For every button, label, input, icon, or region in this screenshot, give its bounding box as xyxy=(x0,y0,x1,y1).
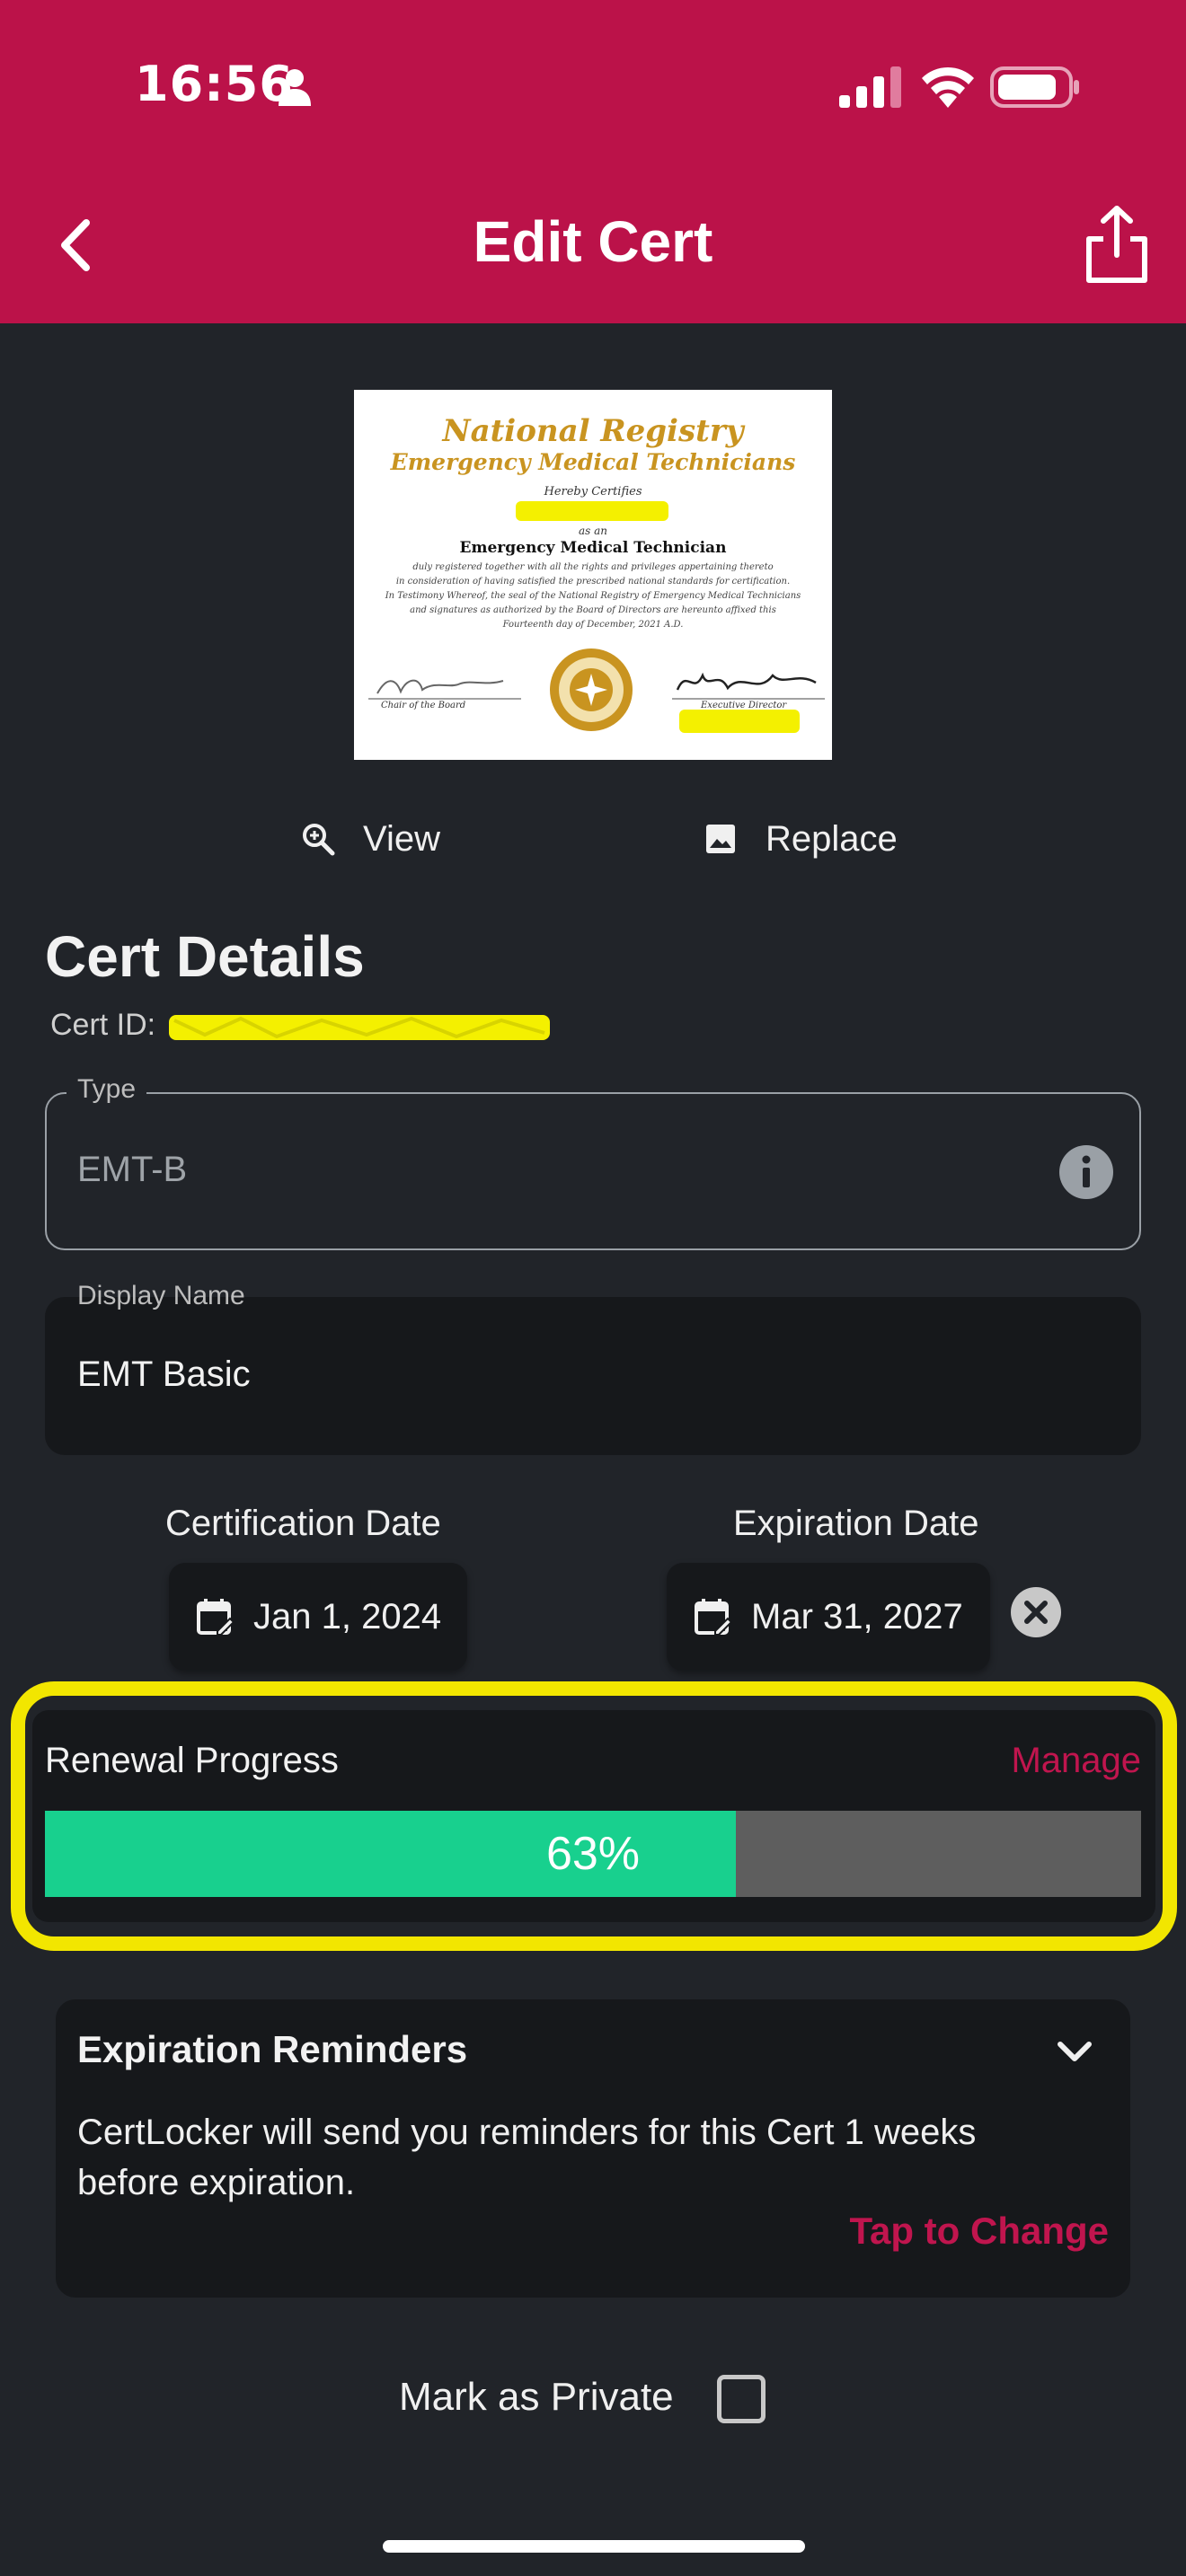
cert-heading-2: Emergency Medical Technicians xyxy=(390,449,796,475)
cert-body-4: and signatures as authorized by the Boar… xyxy=(410,605,776,615)
cert-body-5: Fourteenth day of December, 2021 A.D. xyxy=(502,620,684,630)
view-label: View xyxy=(363,818,440,859)
certification-date-button[interactable]: Jan 1, 2024 xyxy=(169,1563,467,1671)
signal-icon xyxy=(839,66,901,108)
redaction-mark xyxy=(679,710,800,733)
renewal-progress-label: Renewal Progress xyxy=(45,1741,339,1780)
view-button[interactable]: View xyxy=(300,814,440,864)
cert-body-2: in consideration of having satisfied the… xyxy=(395,577,791,587)
app-header xyxy=(0,0,1186,323)
replace-button[interactable]: Replace xyxy=(703,814,898,864)
expiration-date-label: Expiration Date xyxy=(733,1504,979,1543)
signature-left-caption: Chair of the Board xyxy=(381,701,466,710)
home-indicator xyxy=(383,2540,805,2553)
type-field[interactable] xyxy=(45,1092,1141,1250)
type-field-label: Type xyxy=(66,1074,147,1105)
share-button[interactable] xyxy=(1084,203,1150,286)
calendar-edit-icon xyxy=(197,1599,234,1636)
reminders-text: CertLocker will send you reminders for t… xyxy=(77,2113,977,2202)
type-field-value: EMT-B xyxy=(77,1150,188,1189)
status-time: 16:56 xyxy=(135,56,294,112)
mark-private-label: Mark as Private xyxy=(399,2375,674,2419)
certification-date-label: Certification Date xyxy=(165,1504,441,1543)
calendar-edit-icon xyxy=(695,1599,731,1636)
manage-link[interactable]: Manage xyxy=(1011,1741,1141,1781)
page-title: Edit Cert xyxy=(473,209,713,274)
reminders-title: Expiration Reminders xyxy=(77,2028,468,2070)
certificate-image[interactable]: National Registry Emergency Medical Tech… xyxy=(354,390,832,760)
cert-as-an: as an xyxy=(578,525,607,537)
info-icon[interactable] xyxy=(1058,1144,1114,1200)
zoom-in-icon xyxy=(303,824,335,856)
tap-to-change-link[interactable]: Tap to Change xyxy=(849,2210,1109,2253)
battery-icon xyxy=(990,66,1079,108)
cert-heading-1: National Registry xyxy=(442,413,744,449)
replace-label: Replace xyxy=(766,818,898,859)
cert-certifies: Hereby Certifies xyxy=(544,485,642,498)
signature-right xyxy=(672,672,825,700)
signature-left xyxy=(368,679,521,700)
cert-body-1: duly registered together with all the ri… xyxy=(412,562,774,572)
redaction-mark xyxy=(516,501,668,521)
certification-date-value: Jan 1, 2024 xyxy=(253,1596,442,1636)
display-name-label: Display Name xyxy=(77,1281,245,1310)
image-icon xyxy=(706,825,735,853)
expiration-date-button[interactable]: Mar 31, 2027 xyxy=(667,1563,990,1671)
seal-icon xyxy=(550,648,633,731)
cert-title: Emergency Medical Technician xyxy=(459,539,727,557)
person-icon xyxy=(279,69,311,106)
chevron-down-icon[interactable] xyxy=(1055,2037,1094,2066)
progress-text: 63% xyxy=(545,1828,641,1880)
renewal-progress-bar: 63% xyxy=(45,1811,1141,1897)
redaction-mark xyxy=(169,1015,550,1040)
section-title: Cert Details xyxy=(45,924,365,989)
expiration-date-value: Mar 31, 2027 xyxy=(751,1596,963,1636)
display-name-value: EMT Basic xyxy=(77,1354,251,1394)
cert-body-3: In Testimony Whereof, the seal of the Na… xyxy=(385,591,801,601)
mark-private-checkbox[interactable] xyxy=(717,2375,766,2423)
wifi-icon xyxy=(922,66,974,108)
cert-id-label: Cert ID: xyxy=(50,1008,156,1042)
clear-date-icon[interactable] xyxy=(1010,1586,1062,1638)
